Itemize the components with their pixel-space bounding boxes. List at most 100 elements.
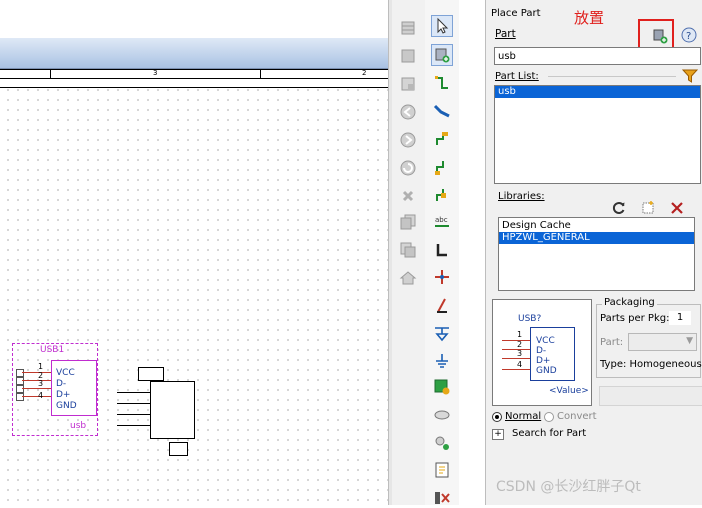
pin-tool-icon[interactable] xyxy=(431,294,453,316)
part-label: Part xyxy=(495,28,516,40)
ghost-pin xyxy=(117,403,150,404)
pin-end xyxy=(16,393,24,401)
packaging-label: Packaging xyxy=(602,297,657,308)
preview-pin-number: 1 xyxy=(517,330,523,339)
no-connect-icon[interactable] xyxy=(431,266,453,288)
preview-refdes: USB? xyxy=(518,314,542,324)
preview-pin xyxy=(502,340,530,341)
pin-name: D- xyxy=(56,379,67,389)
pin-number: 3 xyxy=(38,379,44,388)
type-label: Type: Homogeneous xyxy=(600,359,702,370)
preview-pin xyxy=(502,358,530,359)
watermark: CSDN @长沙红胖子Qt xyxy=(496,479,641,495)
text-page-icon[interactable] xyxy=(431,459,453,481)
ruler-label: 2 xyxy=(362,69,367,77)
block-icon[interactable] xyxy=(397,45,419,67)
preview-pin-number: 4 xyxy=(517,360,523,369)
pin-end xyxy=(16,369,24,377)
schematic-title-bar xyxy=(0,38,388,69)
ellipse-tool-icon[interactable] xyxy=(431,404,453,426)
net-name-icon[interactable]: abc xyxy=(431,211,453,233)
ghost-pin xyxy=(117,414,150,415)
preview-value: <Value> xyxy=(549,386,589,396)
preview-pin-name: GND xyxy=(536,366,557,376)
schematic-canvas[interactable]: 3 2 USB1 1 2 3 4 VCC D- D+ GND usb xyxy=(0,0,388,505)
pin-line xyxy=(22,372,51,373)
off-page-connector-icon[interactable] xyxy=(431,376,453,398)
radio-dot xyxy=(495,415,499,419)
drc-marker-icon[interactable] xyxy=(431,432,453,454)
pin-name: VCC xyxy=(56,368,75,378)
part-search-input[interactable] xyxy=(494,47,701,65)
pin-number: 1 xyxy=(38,362,44,371)
arrow-right-circle-icon[interactable] xyxy=(397,129,419,151)
home-icon[interactable] xyxy=(397,267,419,289)
place-part-panel: Place Part 放置 Part ? Part List: usb Libr… xyxy=(485,0,702,505)
ground-symbol-icon[interactable] xyxy=(431,350,453,372)
preview-pin-number: 3 xyxy=(517,349,523,358)
libraries-label: Libraries: xyxy=(498,191,545,202)
convert-radio[interactable] xyxy=(544,412,554,422)
pin-line xyxy=(22,380,51,381)
power-symbol-icon[interactable] xyxy=(431,322,453,344)
bus-icon[interactable] xyxy=(431,100,453,122)
arrow-left-circle-icon[interactable] xyxy=(397,101,419,123)
expand-search-button[interactable]: + xyxy=(492,429,504,440)
copy-icon[interactable] xyxy=(397,239,419,261)
pin-end xyxy=(16,377,24,385)
remove-library-icon[interactable] xyxy=(668,199,686,217)
part-reference: USB1 xyxy=(40,345,65,355)
part-list-label: Part List: xyxy=(495,71,539,82)
pin-end xyxy=(16,385,24,393)
ghost-pin xyxy=(117,392,150,393)
convert-label: Convert xyxy=(557,411,597,422)
filter-icon[interactable] xyxy=(681,67,699,85)
svg-text:?: ? xyxy=(686,31,691,42)
normal-radio[interactable] xyxy=(492,412,502,422)
preview-pin xyxy=(502,369,530,370)
canvas-top-area xyxy=(0,0,388,38)
libraries-list-box[interactable]: Design Cache HPZWL_GENERAL xyxy=(498,217,695,291)
refresh-icon[interactable] xyxy=(610,199,628,217)
part-dropdown[interactable]: ▼ xyxy=(628,333,697,351)
search-for-part-label[interactable]: Search for Part xyxy=(512,428,586,439)
pin-name: GND xyxy=(56,401,77,411)
hierarchy-icon[interactable] xyxy=(397,73,419,95)
annotation-label: 放置 xyxy=(574,9,605,27)
ruler-label: 3 xyxy=(153,69,158,77)
packaging-blank-button xyxy=(599,386,702,406)
cross-icon[interactable] xyxy=(397,185,419,207)
svg-text:abc: abc xyxy=(435,216,448,224)
part-list-item[interactable]: usb xyxy=(495,86,700,98)
pin-number: 4 xyxy=(38,391,44,400)
power-wire-icon[interactable] xyxy=(431,239,453,261)
refresh-circle-icon[interactable] xyxy=(397,157,419,179)
place-part-icon[interactable] xyxy=(431,44,453,66)
parts-per-pkg-label: Parts per Pkg: xyxy=(600,313,670,324)
parts-per-pkg-value: 1 xyxy=(669,311,691,325)
net-alias-icon[interactable] xyxy=(431,128,453,150)
bus-entry-icon[interactable] xyxy=(431,156,453,178)
part-select-label: Part: xyxy=(600,337,624,348)
normal-label: Normal xyxy=(505,411,542,422)
pin-name: D+ xyxy=(56,390,71,400)
pages-icon[interactable] xyxy=(397,211,419,233)
place-part-icon[interactable] xyxy=(651,27,669,45)
library-item[interactable]: HPZWL_GENERAL xyxy=(499,232,694,244)
wire-icon[interactable] xyxy=(431,72,453,94)
select-pointer-icon[interactable] xyxy=(431,15,453,37)
preview-pin-number: 2 xyxy=(517,340,523,349)
divider xyxy=(548,76,676,77)
junction-icon[interactable] xyxy=(431,184,453,206)
ghost-part-body xyxy=(150,381,195,439)
ghost-value-box xyxy=(169,442,188,456)
ghost-pin xyxy=(117,425,150,426)
preview-pin-name: VCC xyxy=(536,336,555,346)
table-icon[interactable] xyxy=(397,17,419,39)
part-list-box[interactable]: usb xyxy=(494,85,701,184)
add-library-icon[interactable] xyxy=(639,199,657,217)
preview-pin-name: D+ xyxy=(536,356,551,366)
library-item[interactable]: Design Cache xyxy=(499,220,694,232)
chevron-down-icon: ▼ xyxy=(686,336,693,346)
help-icon[interactable]: ? xyxy=(680,26,698,44)
